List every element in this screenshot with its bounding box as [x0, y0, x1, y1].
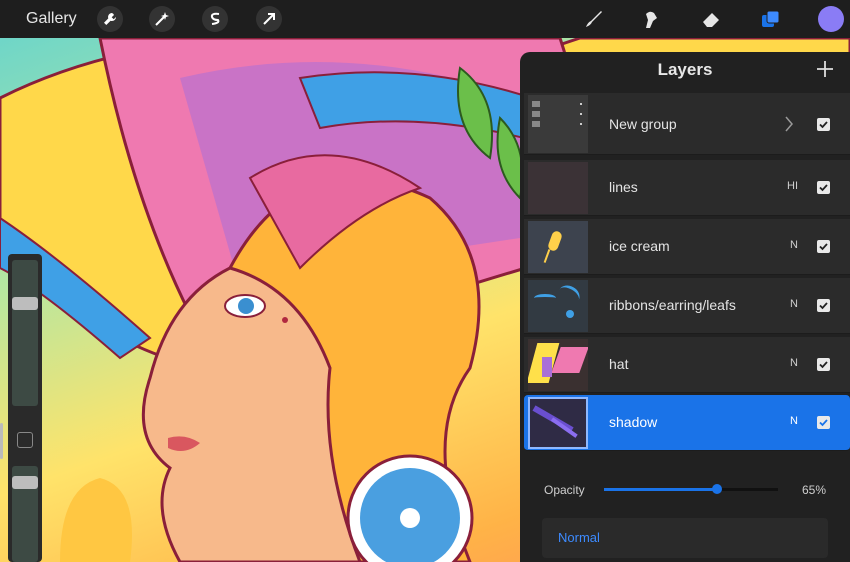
layer-name: shadow: [609, 414, 658, 430]
color-picker-button[interactable]: [818, 6, 844, 32]
layer-name: ice cream: [609, 238, 670, 254]
opacity-slider[interactable]: [604, 484, 778, 494]
visibility-checkbox[interactable]: [817, 240, 830, 253]
blend-mode-badge[interactable]: N: [790, 357, 798, 369]
layer-row-shadow[interactable]: shadow N: [524, 395, 850, 451]
smudge-icon[interactable]: [637, 5, 665, 33]
layer-row-hat[interactable]: hat N: [524, 337, 850, 393]
blend-mode-button[interactable]: Normal: [542, 518, 828, 558]
gallery-button[interactable]: Gallery: [26, 10, 77, 28]
opacity-fill: [604, 488, 718, 491]
layer-thumbnail: [528, 162, 588, 214]
blend-mode-badge[interactable]: N: [790, 415, 798, 427]
visibility-checkbox[interactable]: [817, 358, 830, 371]
layer-row-lines[interactable]: lines HI: [524, 160, 850, 216]
layer-row-ribbons[interactable]: ribbons/earring/leafs N: [524, 278, 850, 334]
opacity-knob[interactable]: [712, 484, 723, 494]
selection-icon[interactable]: [202, 6, 228, 32]
layer-row-new-group[interactable]: New group: [524, 93, 850, 155]
visibility-checkbox[interactable]: [817, 416, 830, 429]
opacity-label: Opacity: [544, 483, 585, 497]
plus-icon[interactable]: [814, 58, 836, 80]
chevron-right-icon[interactable]: [783, 114, 795, 134]
wrench-icon[interactable]: [97, 6, 123, 32]
brush-icon[interactable]: [580, 5, 608, 33]
layer-row-ice-cream[interactable]: ice cream N: [524, 219, 850, 275]
brush-size-slider[interactable]: [12, 260, 38, 406]
visibility-checkbox[interactable]: [817, 118, 830, 131]
sidebar-handle[interactable]: [0, 423, 3, 459]
eraser-icon[interactable]: [697, 5, 725, 33]
layer-name: ribbons/earring/leafs: [609, 297, 736, 313]
layer-thumbnail: [528, 339, 588, 391]
modify-button[interactable]: [17, 432, 33, 448]
opacity-value: 65%: [801, 483, 826, 497]
visibility-checkbox[interactable]: [817, 299, 830, 312]
brush-sidebar: [8, 254, 42, 562]
transform-arrow-icon[interactable]: [256, 6, 282, 32]
brush-opacity-slider[interactable]: [12, 466, 38, 562]
blend-mode-badge[interactable]: N: [790, 298, 798, 310]
blend-mode-label: Normal: [558, 530, 600, 545]
layers-panel: Layers New group lines HI ice cream N ri…: [520, 52, 850, 562]
magic-wand-icon[interactable]: [149, 6, 175, 32]
layers-title: Layers: [657, 60, 713, 79]
brush-opacity-thumb[interactable]: [12, 475, 38, 489]
layer-thumbnail: [528, 397, 588, 449]
blend-mode-badge[interactable]: HI: [787, 180, 798, 192]
layer-name: New group: [609, 116, 677, 132]
layer-thumbnail: [528, 280, 588, 332]
layers-icon[interactable]: [757, 5, 785, 33]
brush-size-thumb[interactable]: [12, 297, 38, 311]
layer-thumbnail: [528, 95, 588, 153]
top-toolbar: Gallery: [0, 0, 850, 38]
layer-name: lines: [609, 179, 638, 195]
visibility-checkbox[interactable]: [817, 181, 830, 194]
layer-thumbnail: [528, 221, 588, 273]
layer-name: hat: [609, 356, 629, 372]
blend-mode-badge[interactable]: N: [790, 239, 798, 251]
